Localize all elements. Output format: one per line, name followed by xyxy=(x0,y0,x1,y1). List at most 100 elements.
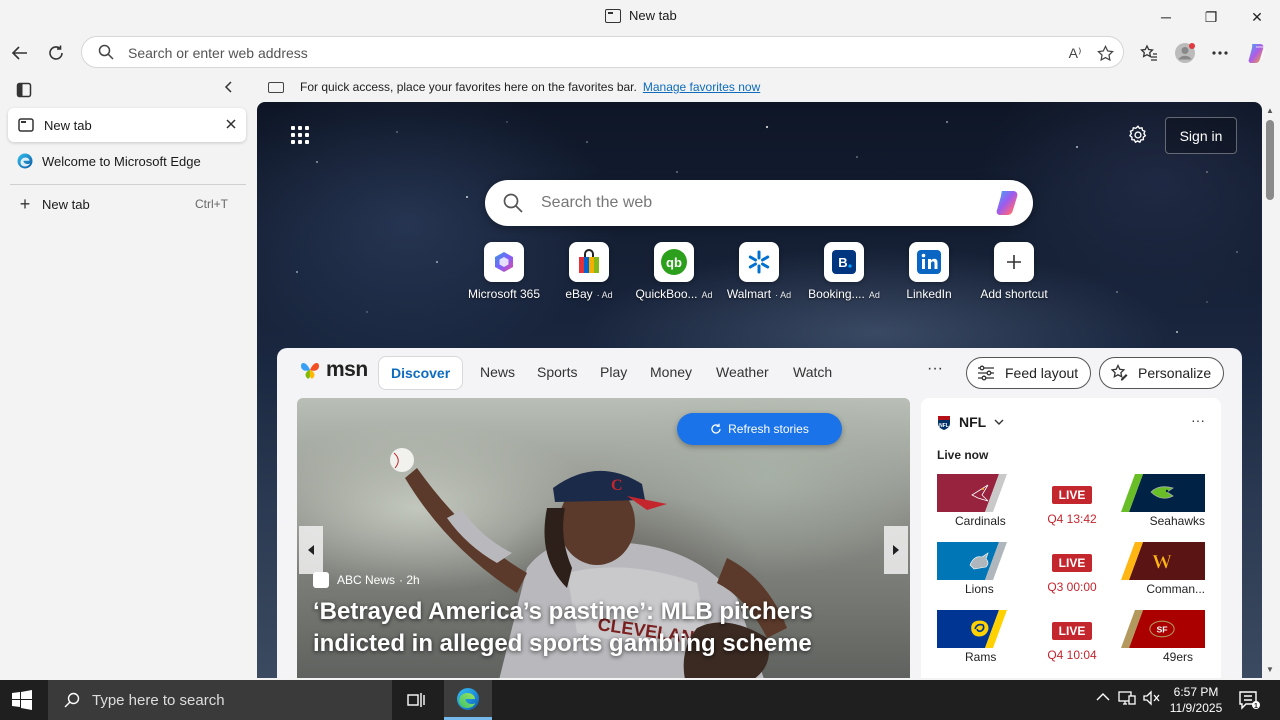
web-search-box[interactable]: Search the web xyxy=(485,180,1033,226)
shortcut-ebay[interactable]: eBay · Ad xyxy=(544,242,634,301)
tab-watch[interactable]: Watch xyxy=(793,364,832,380)
msn-logo-text: msn xyxy=(326,358,368,381)
scrollbar-thumb[interactable] xyxy=(1266,120,1274,200)
back-button[interactable] xyxy=(6,40,34,66)
start-button[interactable] xyxy=(12,690,32,713)
new-tab-label: New tab xyxy=(42,196,90,212)
shortcut-walmart[interactable]: Walmart · Ad xyxy=(714,242,804,301)
tab-welcome-edge[interactable]: Welcome to Microsoft Edge xyxy=(8,146,246,176)
microsoft-365-icon xyxy=(484,242,524,282)
scroll-up-arrow-icon[interactable]: ▲ xyxy=(1266,106,1274,115)
tab-sports[interactable]: Sports xyxy=(537,364,577,380)
chevron-up-icon xyxy=(1096,693,1110,701)
commanders-logo-icon: W xyxy=(1149,548,1175,574)
nfl-scores-card: NFL NFL ··· Live now LIVE Q4 13:42 Cardi… xyxy=(921,398,1221,678)
carousel-prev-button[interactable] xyxy=(299,526,323,574)
close-icon xyxy=(226,119,236,129)
sign-in-button[interactable]: Sign in xyxy=(1165,117,1237,154)
refresh-stories-button[interactable]: Refresh stories xyxy=(677,413,842,445)
window-title-text: New tab xyxy=(629,8,677,23)
favorites-list-icon xyxy=(1140,44,1157,61)
tab-play[interactable]: Play xyxy=(600,364,627,380)
away-team-name: 49ers xyxy=(1162,650,1193,664)
copilot-icon[interactable] xyxy=(993,189,1023,217)
new-tab-icon xyxy=(18,118,34,132)
new-tab-shortcut: Ctrl+T xyxy=(195,197,228,211)
maximize-button[interactable]: ❐ xyxy=(1199,6,1223,28)
notification-icon: 1 xyxy=(1239,691,1260,710)
taskbar-edge-button[interactable] xyxy=(444,680,492,720)
game-row[interactable]: LIVE Q4 13:42 Cardinals Seahawks xyxy=(937,474,1205,532)
manage-favorites-link[interactable]: Manage favorites now xyxy=(643,80,760,94)
settings-more-button[interactable] xyxy=(1206,40,1234,66)
edge-icon xyxy=(17,153,33,169)
address-input[interactable] xyxy=(128,43,928,63)
more-nav-button[interactable]: ··· xyxy=(927,360,943,378)
feed-layout-label: Feed layout xyxy=(1005,365,1079,381)
copilot-button[interactable] xyxy=(1244,40,1272,66)
carousel-next-button[interactable] xyxy=(884,526,908,574)
taskbar-clock[interactable]: 6:57 PM 11/9/2025 xyxy=(1168,684,1224,716)
game-row[interactable]: W LIVE Q3 00:00 Lions Comman... xyxy=(937,542,1205,600)
scroll-down-arrow-icon[interactable]: ▼ xyxy=(1266,665,1274,674)
page-scrollbar[interactable]: ▲ ▼ xyxy=(1263,102,1277,678)
live-badge: LIVE xyxy=(1052,554,1092,572)
refresh-button[interactable] xyxy=(42,40,70,66)
address-bar[interactable]: A⁾ xyxy=(81,36,1124,68)
taskbar-search-box[interactable]: Type here to search xyxy=(48,680,392,720)
tab-money[interactable]: Money xyxy=(650,364,692,380)
msn-logo[interactable]: msn xyxy=(299,358,368,382)
plus-icon: + xyxy=(19,193,31,214)
volume-button[interactable] xyxy=(1142,690,1160,709)
collapse-pane-button[interactable] xyxy=(222,80,236,99)
tab-discover[interactable]: Discover xyxy=(378,356,464,390)
svg-text:qb: qb xyxy=(666,255,682,270)
svg-text:C: C xyxy=(611,477,623,494)
shortcut-label: Walmart xyxy=(726,287,772,301)
shortcut-booking[interactable]: B Booking.... Ad xyxy=(799,242,889,301)
network-icon xyxy=(1118,691,1136,705)
live-badge: LIVE xyxy=(1052,486,1092,504)
nfl-league-selector[interactable]: NFL NFL xyxy=(937,414,1004,430)
seahawks-logo-icon xyxy=(1149,480,1175,506)
shortcut-microsoft-365[interactable]: Microsoft 365 xyxy=(459,242,549,301)
ad-badge: Ad xyxy=(701,290,713,300)
shortcut-quickbooks[interactable]: qb QuickBoo... Ad xyxy=(629,242,719,301)
home-team-name: Lions xyxy=(965,582,994,596)
tab-news[interactable]: News xyxy=(480,364,515,380)
story-headline[interactable]: ‘Betrayed America’s pastime’: MLB pitche… xyxy=(313,596,903,660)
app-launcher-button[interactable] xyxy=(291,126,311,146)
tab-new-tab[interactable]: New tab xyxy=(8,108,246,142)
task-view-button[interactable] xyxy=(392,680,440,720)
show-hidden-icons-button[interactable] xyxy=(1096,690,1110,705)
profile-button[interactable] xyxy=(1171,40,1199,66)
feed-layout-button[interactable]: Feed layout xyxy=(966,357,1092,389)
tab-weather[interactable]: Weather xyxy=(716,364,769,380)
new-tab-button[interactable]: + New tab Ctrl+T xyxy=(8,190,246,218)
home-team-name: Cardinals xyxy=(955,514,1006,528)
edge-icon xyxy=(457,687,479,710)
network-button[interactable] xyxy=(1118,690,1136,709)
notification-center-button[interactable]: 1 xyxy=(1238,690,1260,713)
add-shortcut-button[interactable]: Add shortcut xyxy=(969,242,1059,301)
walmart-spark-icon xyxy=(739,242,779,282)
plus-icon xyxy=(994,242,1034,282)
read-aloud-icon[interactable]: A⁾ xyxy=(1065,43,1085,63)
svg-text:SF: SF xyxy=(1156,624,1167,634)
close-tab-button[interactable] xyxy=(226,116,236,132)
shortcut-linkedin[interactable]: LinkedIn xyxy=(884,242,974,301)
svg-text:W: W xyxy=(1152,551,1172,572)
favorite-star-icon[interactable] xyxy=(1095,43,1115,63)
tab-actions-menu-button[interactable] xyxy=(16,82,32,101)
personalize-button[interactable]: Personalize xyxy=(1099,357,1225,389)
windows-taskbar: Type here to search 6:57 PM 11/9/2025 1 xyxy=(0,680,1280,720)
home-team-name: Rams xyxy=(965,650,997,664)
close-window-button[interactable]: ✕ xyxy=(1245,6,1269,28)
gear-icon xyxy=(1129,125,1147,144)
page-settings-button[interactable] xyxy=(1127,124,1149,149)
minimize-button[interactable]: ─ xyxy=(1154,6,1178,28)
nfl-more-button[interactable]: ··· xyxy=(1191,412,1205,428)
favorites-button[interactable] xyxy=(1135,40,1163,66)
hero-story-card[interactable]: CLEVELAND C Refresh stories ABC News · 2… xyxy=(297,398,910,678)
game-row[interactable]: SF LIVE Q4 10:04 Rams 49ers xyxy=(937,610,1205,668)
